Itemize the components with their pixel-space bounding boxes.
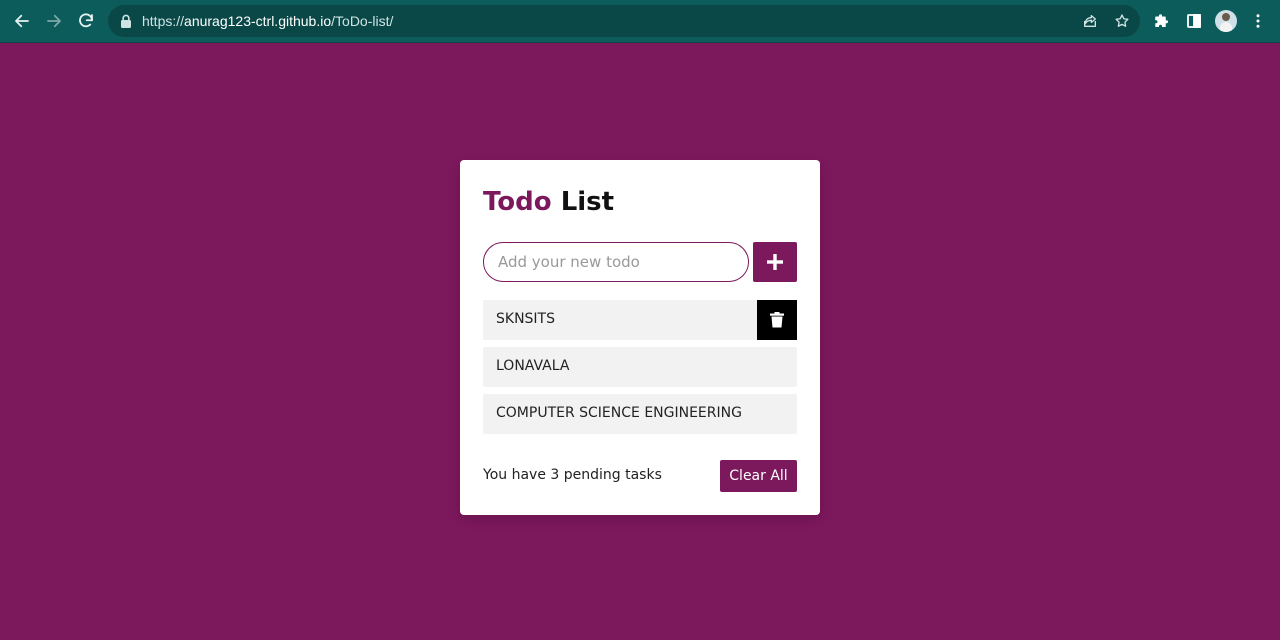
url-host: anurag123-ctrl.github.io [184, 13, 332, 29]
star-icon [1115, 14, 1129, 27]
todo-item[interactable]: SKNSITS [483, 300, 797, 340]
todo-text: COMPUTER SCIENCE ENGINEERING [496, 405, 742, 421]
address-bar[interactable]: https://anurag123-ctrl.github.io/ToDo-li… [108, 5, 1140, 37]
trash-icon [770, 312, 784, 328]
todo-card: Todo List SKNSITS LONAVALA COMPUTER SCIE… [460, 160, 820, 515]
url-prefix: https:// [142, 13, 185, 29]
add-todo-button[interactable] [753, 242, 797, 282]
bookmark-button[interactable] [1112, 11, 1132, 31]
title-rest: List [560, 187, 615, 217]
clear-all-button[interactable]: Clear All [720, 460, 797, 492]
share-icon [1084, 15, 1096, 27]
back-button[interactable] [8, 7, 36, 35]
arrow-right-icon [47, 14, 61, 28]
side-panel-button[interactable] [1183, 10, 1205, 32]
extensions-button[interactable] [1151, 10, 1173, 32]
new-todo-input[interactable] [483, 242, 749, 282]
kebab-menu-icon [1256, 14, 1260, 28]
todo-text: SKNSITS [496, 311, 555, 327]
todo-item[interactable]: LONAVALA [483, 347, 797, 387]
browser-toolbar: https://anurag123-ctrl.github.io/ToDo-li… [0, 0, 1280, 43]
todo-item[interactable]: COMPUTER SCIENCE ENGINEERING [483, 394, 797, 434]
browser-menu-button[interactable] [1247, 10, 1269, 32]
profile-avatar[interactable] [1215, 10, 1237, 32]
share-button[interactable] [1080, 11, 1100, 31]
url-text: https://anurag123-ctrl.github.io/ToDo-li… [142, 13, 393, 29]
todo-text: LONAVALA [496, 358, 570, 374]
puzzle-icon [1155, 14, 1168, 27]
side-panel-icon [1187, 14, 1201, 28]
arrow-left-icon [15, 14, 29, 28]
delete-todo-button[interactable] [757, 300, 797, 340]
url-path: /ToDo-list/ [331, 13, 394, 29]
reload-icon [79, 13, 93, 28]
app-title: Todo List [483, 187, 614, 217]
reload-button[interactable] [72, 7, 100, 35]
pending-count-text: You have 3 pending tasks [483, 467, 662, 483]
forward-button[interactable] [40, 7, 68, 35]
title-accent: Todo [483, 187, 552, 217]
lock-icon [121, 14, 131, 28]
plus-icon [767, 254, 783, 270]
